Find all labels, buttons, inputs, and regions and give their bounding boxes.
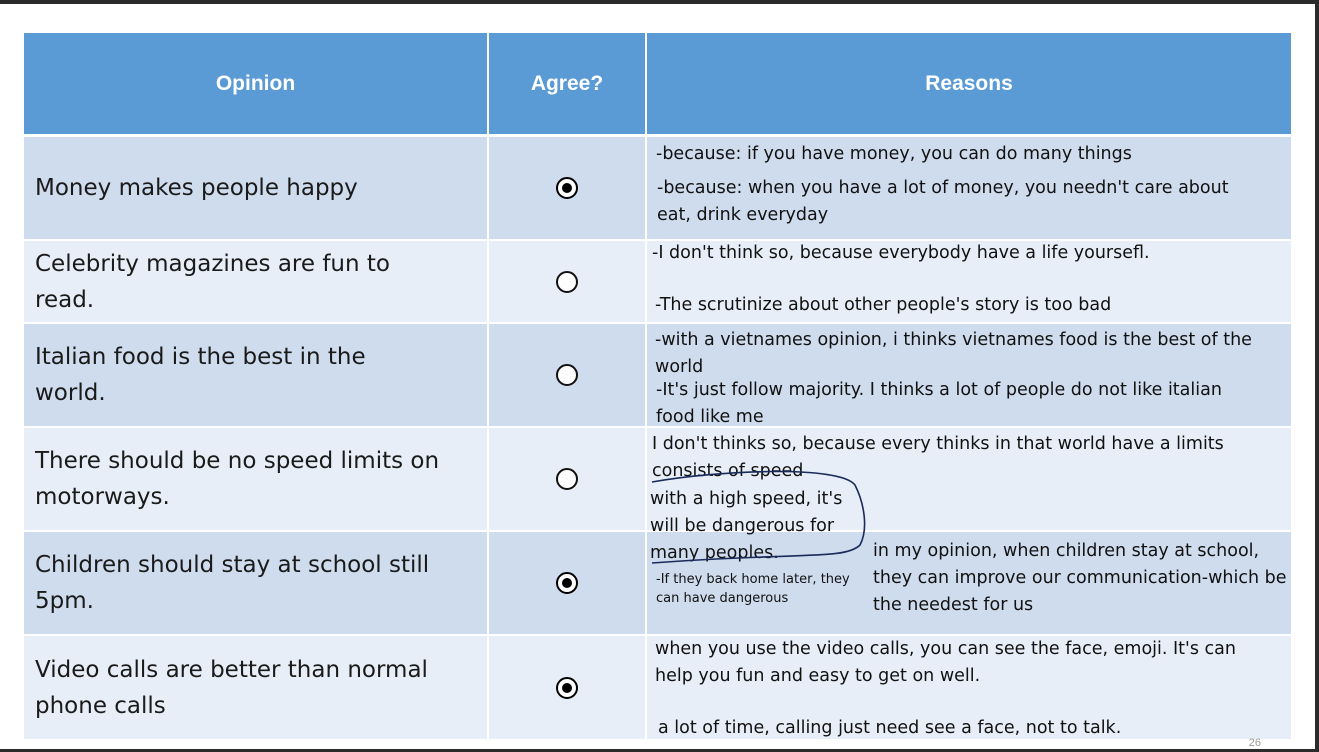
- reason-text[interactable]: food like me: [656, 404, 764, 431]
- table-row-6-opinion: Video calls are better than normal phone …: [24, 636, 487, 739]
- opinion-text: 5pm.: [35, 588, 94, 614]
- reason-text[interactable]: -I don't think so, because everybody hav…: [652, 240, 1150, 267]
- opinion-text: phone calls: [35, 692, 166, 719]
- header-opinion: Opinion: [24, 33, 487, 134]
- table-row-3-opinion: Italian food is the best in the world.: [24, 324, 487, 426]
- reason-text[interactable]: when you use the video calls, you can se…: [655, 636, 1236, 663]
- reason-text[interactable]: -The scrutinize about other people's sto…: [655, 292, 1111, 319]
- opinion-text: world.: [35, 380, 106, 406]
- reason-text[interactable]: help you fun and easy to get on well.: [655, 663, 980, 690]
- reason-text[interactable]: eat, drink everyday: [657, 202, 828, 229]
- window-right-border: [1315, 0, 1319, 752]
- radio-unselected[interactable]: [556, 468, 578, 490]
- opinion-text: Video calls are better than normal: [35, 656, 428, 683]
- opinion-text: motorways.: [35, 484, 170, 510]
- handwritten-bracket-icon: [651, 470, 866, 564]
- reason-text[interactable]: they can improve our communication-which…: [873, 565, 1286, 592]
- table-row-3-agree: [489, 324, 645, 426]
- table-row-5-opinion: Children should stay at school still 5pm.: [24, 532, 487, 634]
- reason-text[interactable]: -If they back home later, they: [656, 570, 850, 589]
- table-row-4-opinion: There should be no speed limits on motorw…: [24, 428, 487, 530]
- reason-text[interactable]: -It's just follow majority. I thinks a l…: [656, 377, 1222, 404]
- radio-unselected[interactable]: [556, 270, 578, 293]
- header-agree-label: Agree?: [530, 71, 604, 95]
- reason-text[interactable]: -with a vietnames opinion, i thinks viet…: [655, 327, 1252, 354]
- table-row-4-agree: [489, 428, 645, 530]
- table-row-6-agree: [489, 636, 645, 739]
- reason-text[interactable]: can have dangerous: [656, 589, 788, 608]
- reason-text[interactable]: in my opinion, when children stay at sch…: [873, 538, 1259, 565]
- opinion-text: Money makes people happy: [35, 175, 358, 201]
- radio-selected[interactable]: [556, 676, 578, 699]
- window-top-border: [0, 0, 1319, 4]
- table-row-1-opinion: Money makes people happy: [24, 137, 487, 239]
- page-number: 26: [1248, 737, 1261, 749]
- radio-selected[interactable]: [556, 177, 578, 199]
- reason-text[interactable]: -because: if you have money, you can do …: [656, 141, 1132, 168]
- table-row-5-agree: [489, 532, 645, 634]
- radio-unselected[interactable]: [556, 364, 578, 386]
- header-reasons: Reasons: [647, 33, 1291, 134]
- reason-text[interactable]: I don't thinks so, because every thinks …: [652, 431, 1224, 458]
- reason-text[interactable]: -because: when you have a lot of money, …: [657, 175, 1229, 202]
- radio-selected[interactable]: [556, 572, 578, 594]
- table-row-2-opinion: Celebrity magazines are fun to read.: [24, 241, 487, 322]
- table-row-2-agree: [489, 241, 645, 322]
- header-reasons-label: Reasons: [925, 71, 1013, 95]
- header-opinion-label: Opinion: [215, 71, 296, 95]
- opinion-text: Celebrity magazines are fun to: [35, 250, 390, 277]
- table-row-1-agree: [489, 137, 645, 239]
- opinion-text: read.: [35, 286, 95, 313]
- opinion-text: Italian food is the best in the: [35, 344, 366, 370]
- reason-text[interactable]: a lot of time, calling just need see a f…: [658, 715, 1121, 742]
- header-agree: Agree?: [489, 33, 645, 134]
- reason-text[interactable]: the needest for us: [873, 592, 1033, 619]
- opinion-text: There should be no speed limits on: [35, 448, 440, 474]
- opinion-text: Children should stay at school still: [35, 552, 430, 578]
